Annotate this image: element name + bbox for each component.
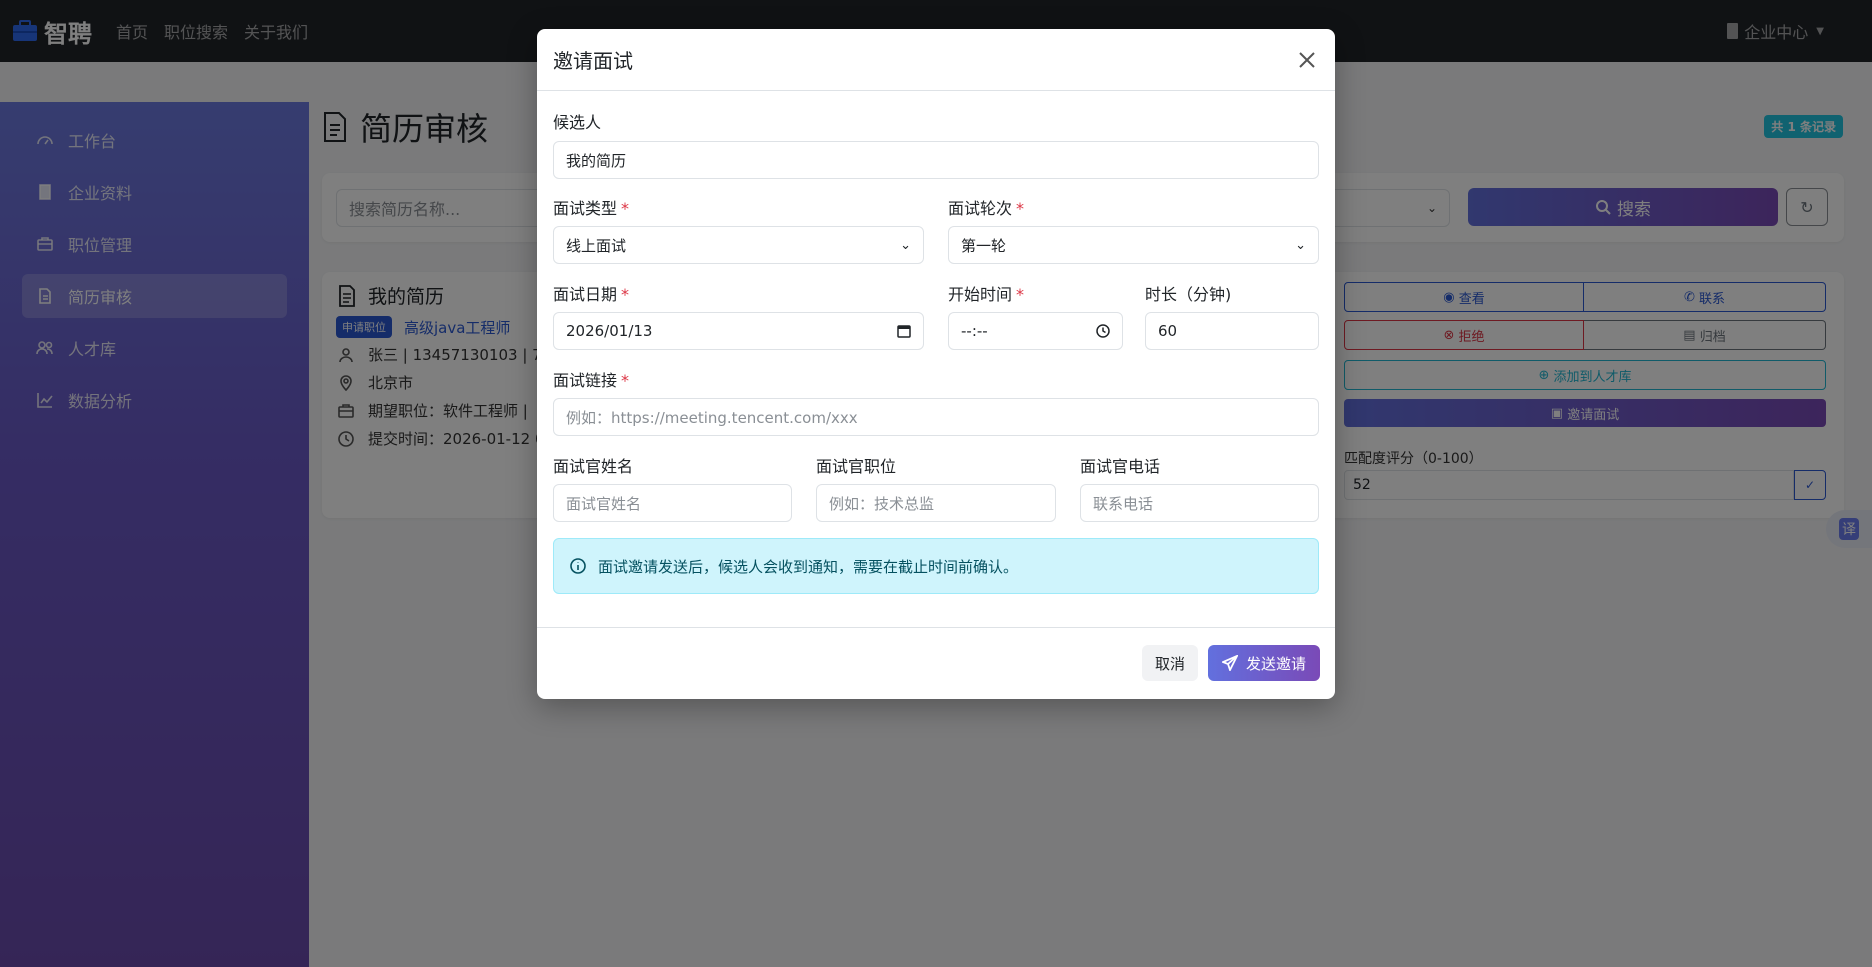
interviewer-title-input[interactable]: 例如：技术总监 [816, 484, 1056, 522]
interview-type-label: 面试类型 * [553, 195, 629, 219]
interview-round-label: 面试轮次 * [948, 195, 1024, 219]
required-mark: * [621, 285, 630, 304]
duration-value: 60 [1158, 322, 1178, 340]
interview-date-value: 2026/01/13 [566, 322, 653, 340]
info-icon [570, 558, 586, 574]
meeting-link-label-text: 面试链接 [553, 371, 618, 390]
chevron-down-icon: ⌄ [900, 237, 911, 253]
invite-interview-modal: 邀请面试 候选人 我的简历 面试类型 * 线上面试 ⌄ 面试轮次 * 第一轮 ⌄ 面… [537, 29, 1335, 699]
send-invitation-label: 发送邀请 [1245, 654, 1306, 673]
interviewer-name-label: 面试官姓名 [553, 457, 634, 476]
candidate-label: 候选人 [553, 113, 602, 132]
start-time-input[interactable]: --:-- [948, 312, 1123, 350]
duration-label: 时长（分钟) [1145, 285, 1232, 304]
start-time-value: --:-- [961, 322, 988, 340]
modal-footer: 取消 发送邀请 [537, 627, 1335, 699]
chevron-down-icon: ⌄ [1295, 237, 1306, 253]
interviewer-title-placeholder: 例如：技术总监 [829, 494, 935, 513]
modal-header: 邀请面试 [537, 29, 1335, 91]
info-alert-text: 面试邀请发送后，候选人会收到通知，需要在截止时间前确认。 [598, 557, 1019, 576]
meeting-link-label: 面试链接 * [553, 367, 629, 391]
send-invitation-button[interactable]: 发送邀请 [1208, 645, 1320, 681]
modal-title: 邀请面试 [553, 49, 633, 73]
interview-round-value: 第一轮 [961, 236, 1007, 255]
interviewer-title-label: 面试官职位 [816, 457, 897, 476]
interview-type-value: 线上面试 [566, 236, 627, 255]
required-mark: * [621, 199, 630, 218]
required-mark: * [621, 371, 630, 390]
send-icon [1221, 655, 1238, 671]
duration-input[interactable]: 60 [1145, 312, 1319, 350]
info-alert: 面试邀请发送后，候选人会收到通知，需要在截止时间前确认。 [553, 538, 1319, 594]
interviewer-phone-placeholder: 联系电话 [1093, 494, 1154, 513]
interviewer-phone-input[interactable]: 联系电话 [1080, 484, 1319, 522]
interview-type-select[interactable]: 线上面试 ⌄ [553, 226, 924, 264]
interview-round-label-text: 面试轮次 [948, 199, 1013, 218]
start-time-label: 开始时间 * [948, 281, 1024, 305]
close-icon [1299, 51, 1315, 68]
interview-date-label: 面试日期 * [553, 281, 629, 305]
calendar-icon[interactable] [897, 324, 911, 338]
required-mark: * [1016, 285, 1025, 304]
cancel-button[interactable]: 取消 [1142, 645, 1198, 681]
candidate-field: 我的简历 [553, 141, 1319, 179]
interviewer-name-input[interactable]: 面试官姓名 [553, 484, 792, 522]
clock-icon[interactable] [1096, 324, 1110, 338]
close-button[interactable] [1295, 48, 1319, 72]
meeting-link-placeholder: 例如：https://meeting.tencent.com/xxx [566, 408, 858, 427]
meeting-link-input[interactable]: 例如：https://meeting.tencent.com/xxx [553, 398, 1319, 436]
interview-type-label-text: 面试类型 [553, 199, 618, 218]
interviewer-phone-label: 面试官电话 [1080, 457, 1161, 476]
interview-date-label-text: 面试日期 [553, 285, 618, 304]
start-time-label-text: 开始时间 [948, 285, 1013, 304]
required-mark: * [1016, 199, 1025, 218]
interview-round-select[interactable]: 第一轮 ⌄ [948, 226, 1319, 264]
interviewer-name-placeholder: 面试官姓名 [566, 494, 642, 513]
candidate-value: 我的简历 [566, 151, 627, 170]
interview-date-input[interactable]: 2026/01/13 [553, 312, 924, 350]
